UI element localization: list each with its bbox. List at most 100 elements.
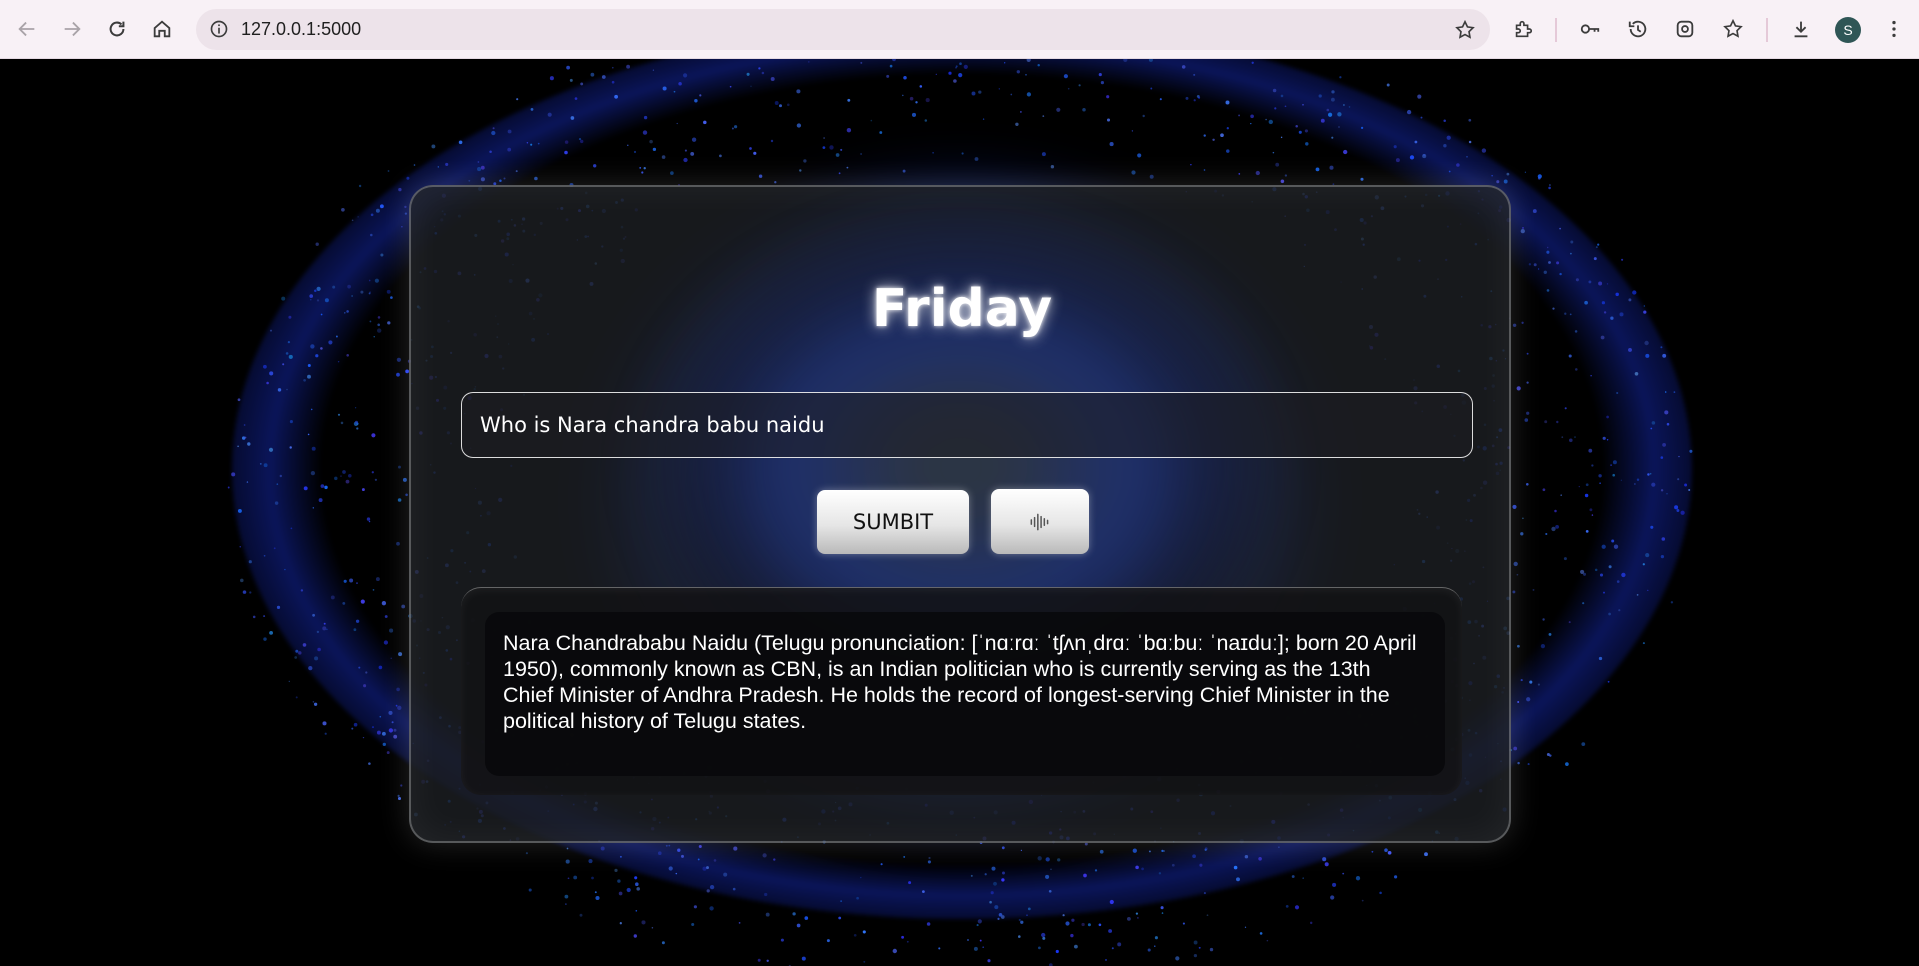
particle-dot xyxy=(1233,865,1238,870)
particle-dot xyxy=(307,364,311,367)
particle-dot xyxy=(925,98,930,103)
particle-dot xyxy=(1238,114,1241,117)
particle-dot xyxy=(1284,105,1287,108)
particle-dot xyxy=(1677,478,1680,481)
particle-dot xyxy=(1621,258,1624,261)
particle-dot xyxy=(1083,873,1087,878)
particle-dot xyxy=(379,204,384,209)
particle-dot xyxy=(1608,612,1611,616)
particle-dot xyxy=(1581,742,1586,746)
particle-dot xyxy=(388,728,394,733)
particle-dot xyxy=(1360,177,1364,181)
particle-dot xyxy=(1548,261,1551,264)
particle-dot xyxy=(360,290,364,294)
particle-dot xyxy=(337,413,341,416)
particle-dot xyxy=(1244,854,1249,859)
particle-dot xyxy=(1298,130,1302,134)
particle-dot xyxy=(1517,761,1520,765)
particle-dot xyxy=(971,91,976,96)
particle-dot xyxy=(279,474,283,478)
particle-dot xyxy=(273,547,276,550)
particle-dot xyxy=(1559,227,1561,230)
particle-dot xyxy=(1016,70,1020,74)
particle-dot xyxy=(413,164,416,166)
particle-dot xyxy=(1037,63,1040,67)
particle-dot xyxy=(661,155,666,159)
lens-icon xyxy=(1676,20,1694,38)
particle-dot xyxy=(928,856,931,860)
particle-dot xyxy=(1632,290,1637,295)
site-info-button[interactable] xyxy=(204,14,234,44)
particle-dot xyxy=(1506,172,1510,176)
particle-dot xyxy=(526,142,529,144)
particle-dot xyxy=(668,844,671,847)
particle-dot xyxy=(1315,167,1320,172)
particle-dot xyxy=(758,67,761,70)
particle-dot xyxy=(1620,479,1623,481)
particle-dot xyxy=(1634,372,1639,376)
particle-dot xyxy=(1491,175,1493,177)
submit-button[interactable]: SUMBIT xyxy=(817,490,969,554)
particle-dot xyxy=(1602,436,1606,440)
particle-dot xyxy=(892,948,897,954)
particle-dot xyxy=(351,219,354,222)
forward-button[interactable] xyxy=(53,10,91,48)
particle-dot xyxy=(1520,228,1525,234)
voice-input-button[interactable] xyxy=(991,489,1089,554)
bookmark-button[interactable] xyxy=(1450,15,1480,45)
particle-dot xyxy=(1265,118,1267,121)
extensions-button[interactable] xyxy=(1504,10,1542,48)
profile-avatar[interactable]: S xyxy=(1835,17,1861,43)
particle-dot xyxy=(1548,186,1551,190)
particle-dot xyxy=(354,407,357,409)
particle-dot xyxy=(324,732,327,735)
particle-dot xyxy=(987,959,991,963)
particle-dot xyxy=(1284,174,1288,177)
bookmarks-button[interactable] xyxy=(1714,10,1752,48)
passwords-button[interactable] xyxy=(1571,10,1609,48)
particle-dot xyxy=(591,876,594,880)
downloads-button[interactable] xyxy=(1782,10,1820,48)
particle-dot xyxy=(1468,118,1472,122)
page-viewport: Friday SUMBIT Nara Chandrababu Naidu (Te… xyxy=(0,59,1919,966)
particle-dot xyxy=(651,927,654,929)
particle-dot xyxy=(1670,601,1674,604)
particle-dot xyxy=(1503,179,1508,184)
url-text[interactable]: 127.0.0.1:5000 xyxy=(241,19,361,40)
home-button[interactable] xyxy=(143,10,181,48)
particle-dot xyxy=(1520,532,1524,536)
particle-dot xyxy=(1527,763,1530,766)
browser-menu-button[interactable] xyxy=(1875,10,1913,48)
particle-dot xyxy=(1004,62,1006,64)
particle-dot xyxy=(1010,93,1013,96)
particle-dot xyxy=(1100,81,1104,85)
particle-dot xyxy=(935,73,937,75)
particle-dot xyxy=(903,855,906,858)
history-button[interactable] xyxy=(1619,10,1657,48)
particle-dot xyxy=(312,507,314,509)
particle-dot xyxy=(1048,889,1052,893)
particle-dot xyxy=(1330,895,1335,900)
particle-dot xyxy=(1280,94,1284,98)
particle-dot xyxy=(1575,278,1579,282)
particle-dot xyxy=(1606,415,1609,419)
particle-dot xyxy=(838,172,841,175)
reload-button[interactable] xyxy=(98,10,136,48)
particle-dot xyxy=(282,363,285,366)
particle-dot xyxy=(499,179,502,183)
particle-dot xyxy=(400,784,403,787)
particle-dot xyxy=(1664,391,1667,393)
particle-dot xyxy=(564,150,568,155)
query-input[interactable] xyxy=(461,392,1473,458)
lens-button[interactable] xyxy=(1666,10,1704,48)
particle-dot xyxy=(1285,905,1289,908)
address-bar[interactable]: 127.0.0.1:5000 xyxy=(196,9,1490,50)
particle-dot xyxy=(396,541,400,546)
particle-dot xyxy=(379,715,382,718)
particle-dot xyxy=(693,905,697,909)
particle-dot xyxy=(341,207,345,212)
particle-dot xyxy=(249,591,252,594)
particle-dot xyxy=(1676,509,1680,512)
back-button[interactable] xyxy=(8,10,46,48)
particle-dot xyxy=(1578,485,1580,488)
